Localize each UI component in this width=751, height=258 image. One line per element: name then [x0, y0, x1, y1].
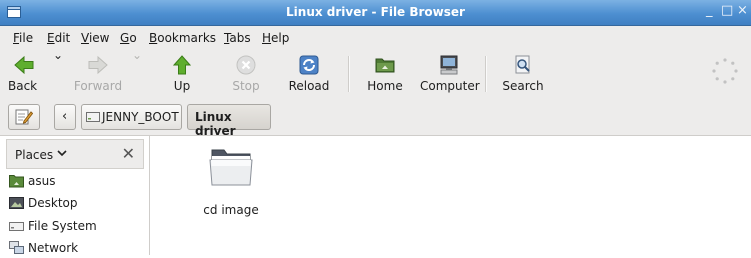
computer-button[interactable]: Computer: [420, 48, 480, 100]
sidebar-item-file-system[interactable]: File System: [8, 216, 148, 236]
sidebar-item-label: Desktop: [28, 196, 78, 210]
menu-bookmarks[interactable]: Bookmarks: [149, 31, 216, 45]
menu-tabs[interactable]: Tabs: [224, 31, 251, 45]
home-button[interactable]: Home: [364, 48, 406, 100]
up-arrow-icon: [171, 54, 193, 79]
sidebar-item-label: asus: [28, 174, 56, 188]
search-label: Search: [502, 79, 544, 93]
places-dropdown[interactable]: Places: [15, 148, 53, 162]
sidebar: Places ✕ asus Desktop File System Networ…: [0, 136, 150, 255]
computer-icon: [438, 54, 460, 79]
path-previous-button[interactable]: ‹: [54, 104, 76, 130]
home-folder-icon: [9, 174, 24, 191]
menu-go[interactable]: Go: [120, 31, 137, 45]
crumb-jenny-boot-label: JENNY_BOOT: [102, 110, 179, 124]
sidebar-item-asus[interactable]: asus: [8, 171, 148, 191]
maximize-button[interactable]: □: [721, 3, 733, 18]
stop-icon: [235, 54, 257, 79]
forward-arrow-icon: [87, 54, 109, 79]
search-icon: [512, 54, 534, 79]
activity-spinner-icon: [712, 58, 738, 84]
back-history-chevron-icon[interactable]: ⌄: [53, 48, 63, 62]
forward-label: Forward: [73, 79, 123, 93]
window-title: Linux driver - File Browser: [286, 5, 465, 19]
crumb-linux-driver-label: Linux driver: [195, 110, 236, 138]
reload-label: Reload: [288, 79, 330, 93]
menu-file[interactable]: File: [13, 31, 33, 45]
computer-label: Computer: [420, 79, 480, 93]
stop-button[interactable]: Stop: [226, 48, 266, 100]
close-sidebar-icon[interactable]: ✕: [122, 144, 135, 163]
sidebar-item-label: File System: [28, 219, 97, 233]
location-bar: ‹ JENNY_BOOT Linux driver: [0, 100, 751, 138]
reload-icon: [298, 54, 320, 79]
search-button[interactable]: Search: [500, 48, 546, 100]
desktop-icon: [9, 196, 24, 213]
toolbar: Back ⌄ Forward ⌄ Up Stop Reload Home Com…: [0, 48, 751, 100]
file-name: cd image: [203, 203, 259, 217]
up-button[interactable]: Up: [162, 48, 202, 100]
crumb-jenny-boot[interactable]: JENNY_BOOT: [81, 104, 182, 130]
menu-help[interactable]: Help: [262, 31, 289, 45]
edit-location-icon: [15, 108, 34, 129]
toolbar-separator: [485, 56, 487, 92]
back-arrow-icon: [13, 54, 35, 79]
sidebar-item-network[interactable]: Network: [8, 238, 148, 258]
menu-view[interactable]: View: [81, 31, 109, 45]
back-button[interactable]: Back: [4, 48, 48, 100]
file-view: cd image: [150, 136, 751, 255]
title-bar: Linux driver - File Browser _ □ ×: [0, 0, 751, 26]
reload-button[interactable]: Reload: [286, 48, 332, 100]
network-icon: [9, 241, 24, 258]
back-label: Back: [8, 79, 38, 93]
toolbar-separator: [348, 56, 350, 92]
toggle-location-entry-button[interactable]: [8, 104, 40, 130]
home-label: Home: [367, 79, 403, 93]
crumb-linux-driver[interactable]: Linux driver: [187, 104, 271, 138]
stop-label: Stop: [232, 79, 260, 93]
sidebar-item-label: Network: [28, 241, 79, 255]
minimize-button[interactable]: _: [706, 3, 713, 18]
chevron-left-icon: ‹: [62, 109, 68, 124]
forward-button[interactable]: Forward: [72, 48, 124, 100]
close-button[interactable]: ×: [737, 3, 748, 18]
forward-history-chevron-icon[interactable]: ⌄: [132, 48, 142, 62]
menu-edit[interactable]: Edit: [47, 31, 70, 45]
drive-icon: [9, 219, 24, 236]
chevron-down-icon[interactable]: [57, 147, 67, 160]
sidebar-header: Places ✕: [6, 139, 144, 169]
home-folder-icon: [374, 54, 396, 79]
menu-bar: File Edit View Go Bookmarks Tabs Help: [0, 26, 751, 48]
folder-icon: [208, 146, 254, 191]
drive-icon: [86, 111, 100, 126]
up-label: Up: [173, 79, 191, 93]
sidebar-item-desktop[interactable]: Desktop: [8, 193, 148, 213]
